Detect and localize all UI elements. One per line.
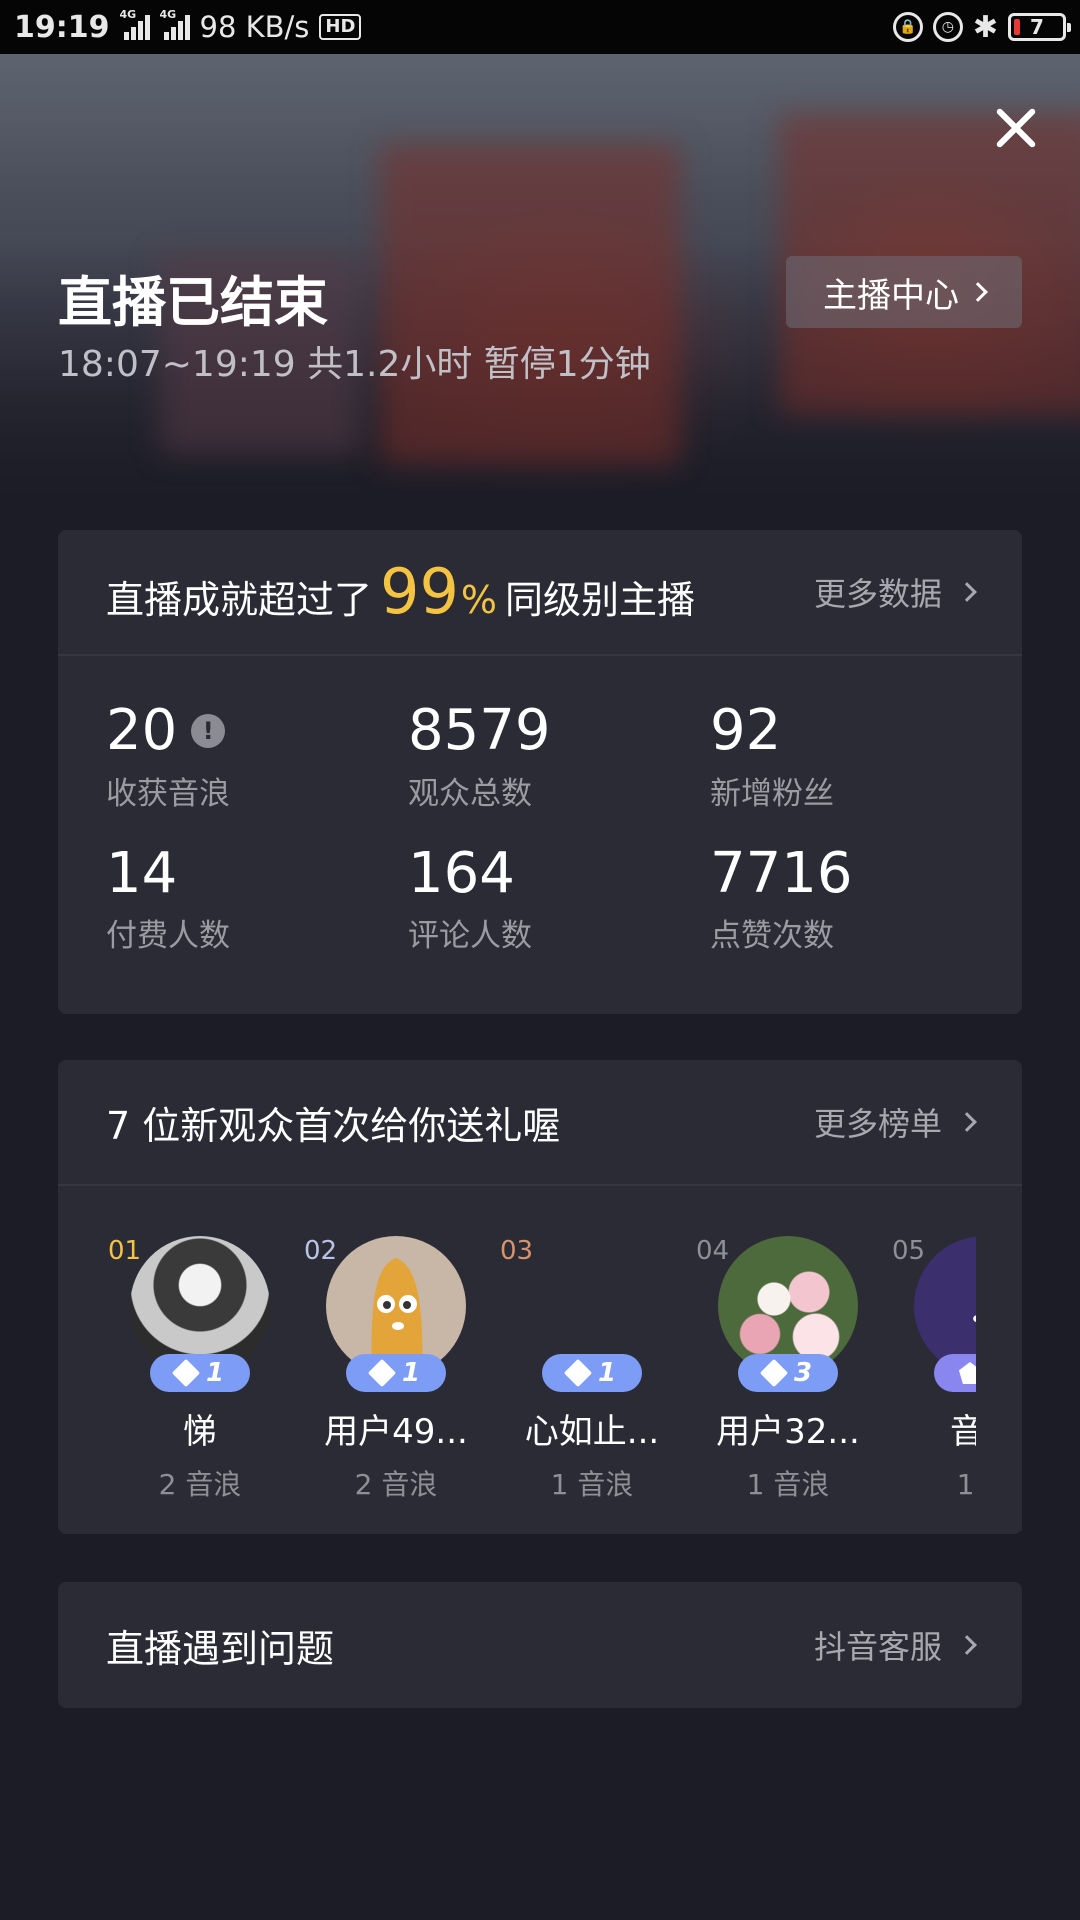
level-badge: 1 <box>542 1354 642 1392</box>
rank-number: 01 <box>108 1236 142 1266</box>
stat-item: 164 评论人数 <box>408 840 710 956</box>
gifter-name: 用户49... <box>324 1412 468 1452</box>
issue-card[interactable]: 直播遇到问题 抖音客服 <box>58 1582 1022 1708</box>
rank-number: 05 <box>892 1236 926 1266</box>
achievement-suffix: 同级别主播 <box>505 577 696 622</box>
gifter-waves: 2 音浪 <box>158 1468 242 1501</box>
gifts-card: 7 位新观众首次给你送礼喔 更多榜单 01 1 悌 2 音浪 02 1 用户49… <box>58 1060 1022 1534</box>
page-title: 直播已结束 <box>58 271 328 334</box>
stat-label: 收获音浪 <box>106 775 230 812</box>
status-time: 19:19 <box>14 9 110 45</box>
stat-item: 20 ! 收获音浪 <box>106 700 408 813</box>
list-edge-mask <box>976 1186 1022 1531</box>
signal-icon: 4G <box>120 8 150 40</box>
level-number: 1 <box>597 1358 617 1388</box>
stat-item: 92 新增粉丝 <box>710 700 1012 813</box>
alarm-icon: ◷ <box>932 12 963 42</box>
battery-level: 7 <box>1030 15 1044 39</box>
chevron-right-icon <box>968 282 988 302</box>
achievement-header: 直播成就超过了 99 % 同级别主播 更多数据 <box>58 530 1022 656</box>
achievement-card: 直播成就超过了 99 % 同级别主播 更多数据 20 ! 收获音浪 8579 观… <box>58 530 1022 1014</box>
percent-sign: % <box>460 577 498 622</box>
stats-grid: 20 ! 收获音浪 8579 观众总数 92 新增粉丝 14 付费人数 164 … <box>58 656 1022 955</box>
stat-value: 164 <box>408 840 515 906</box>
achievement-prefix: 直播成就超过了 <box>106 577 373 622</box>
gifts-title: 7 位新观众首次给你送礼喔 <box>106 1103 561 1148</box>
achievement-title: 直播成就超过了 99 % 同级别主播 <box>106 554 696 628</box>
status-bar: 19:19 4G 4G 98 KB/s HD 🔒 ◷ ✱ 7 <box>0 0 1080 54</box>
stat-label: 评论人数 <box>408 918 532 955</box>
rank-number: 04 <box>696 1236 730 1266</box>
gifter-name: 用户32... <box>716 1412 860 1452</box>
diamond-icon <box>367 1358 397 1388</box>
stat-value: 92 <box>710 698 782 763</box>
stat-item: 8579 观众总数 <box>408 700 710 813</box>
chevron-right-icon <box>957 1112 977 1132</box>
gifter-waves: 1 音浪 <box>550 1468 634 1501</box>
stat-label: 观众总数 <box>408 775 532 812</box>
signal-icon-2: 4G <box>160 8 190 40</box>
level-number: 1 <box>401 1358 421 1388</box>
bluetooth-icon: ✱ <box>972 9 998 45</box>
stat-value: 7716 <box>710 840 853 906</box>
gifter-list: 01 1 悌 2 音浪 02 1 用户49... 2 音浪 03 1 心如止..… <box>58 1186 1022 1531</box>
anchor-center-button[interactable]: 主播中心 <box>786 256 1022 328</box>
rank-number: 02 <box>304 1236 338 1266</box>
gifter-item[interactable]: 04 3 用户32... 1 音浪 <box>690 1236 886 1531</box>
stat-label: 点赞次数 <box>710 918 834 955</box>
diamond-icon <box>171 1358 201 1388</box>
status-right: 🔒 ◷ ✱ 7 <box>892 9 1071 45</box>
gifter-waves: 2 音浪 <box>354 1468 438 1501</box>
gifter-name: 悌 <box>183 1412 217 1452</box>
level-number: 1 <box>205 1358 225 1388</box>
gifter-item[interactable]: 01 1 悌 2 音浪 <box>102 1236 298 1531</box>
battery-icon: 7 <box>1008 13 1071 41</box>
gifter-waves: 1 音浪 <box>746 1468 830 1501</box>
customer-service-label: 抖音客服 <box>813 1628 942 1666</box>
status-left: 19:19 4G 4G 98 KB/s HD <box>14 8 362 45</box>
diamond-icon <box>759 1358 789 1388</box>
more-data-label: 更多数据 <box>813 575 942 613</box>
network-speed: 98 KB/s <box>199 10 310 44</box>
customer-service-link[interactable]: 抖音客服 <box>813 1622 977 1668</box>
rotation-lock-icon: 🔒 <box>892 12 923 42</box>
issue-title: 直播遇到问题 <box>106 1626 335 1671</box>
level-badge: 1 <box>150 1354 250 1392</box>
gifter-name: 心如止... <box>524 1412 660 1452</box>
anchor-center-label: 主播中心 <box>823 275 959 316</box>
gifter-item[interactable]: 03 1 心如止... 1 音浪 <box>494 1236 690 1531</box>
gifter-item[interactable]: 02 1 用户49... 2 音浪 <box>298 1236 494 1531</box>
chevron-right-icon <box>957 582 977 602</box>
more-ranking-label: 更多榜单 <box>813 1105 942 1143</box>
stat-value: 20 <box>106 698 178 763</box>
hd-icon: HD <box>319 14 362 40</box>
stat-label: 新增粉丝 <box>710 775 834 812</box>
gifts-header: 7 位新观众首次给你送礼喔 更多榜单 <box>58 1060 1022 1186</box>
stat-label: 付费人数 <box>106 918 230 955</box>
more-ranking-link[interactable]: 更多榜单 <box>813 1099 977 1145</box>
level-number: 3 <box>793 1358 813 1388</box>
info-icon[interactable]: ! <box>191 713 226 748</box>
diamond-icon <box>563 1358 593 1388</box>
stat-item: 14 付费人数 <box>106 840 408 956</box>
stat-item: 7716 点赞次数 <box>710 840 1012 956</box>
stat-value: 8579 <box>408 698 551 763</box>
close-icon[interactable] <box>988 100 1044 156</box>
live-duration: 18:07~19:19 共1.2小时 暂停1分钟 <box>58 344 651 385</box>
more-data-link[interactable]: 更多数据 <box>813 569 977 615</box>
level-badge: 1 <box>346 1354 446 1392</box>
rank-number: 03 <box>500 1236 534 1266</box>
stat-value: 14 <box>106 840 178 906</box>
achievement-percent: 99 <box>380 554 459 628</box>
chevron-right-icon <box>957 1635 977 1655</box>
level-badge: 3 <box>738 1354 838 1392</box>
